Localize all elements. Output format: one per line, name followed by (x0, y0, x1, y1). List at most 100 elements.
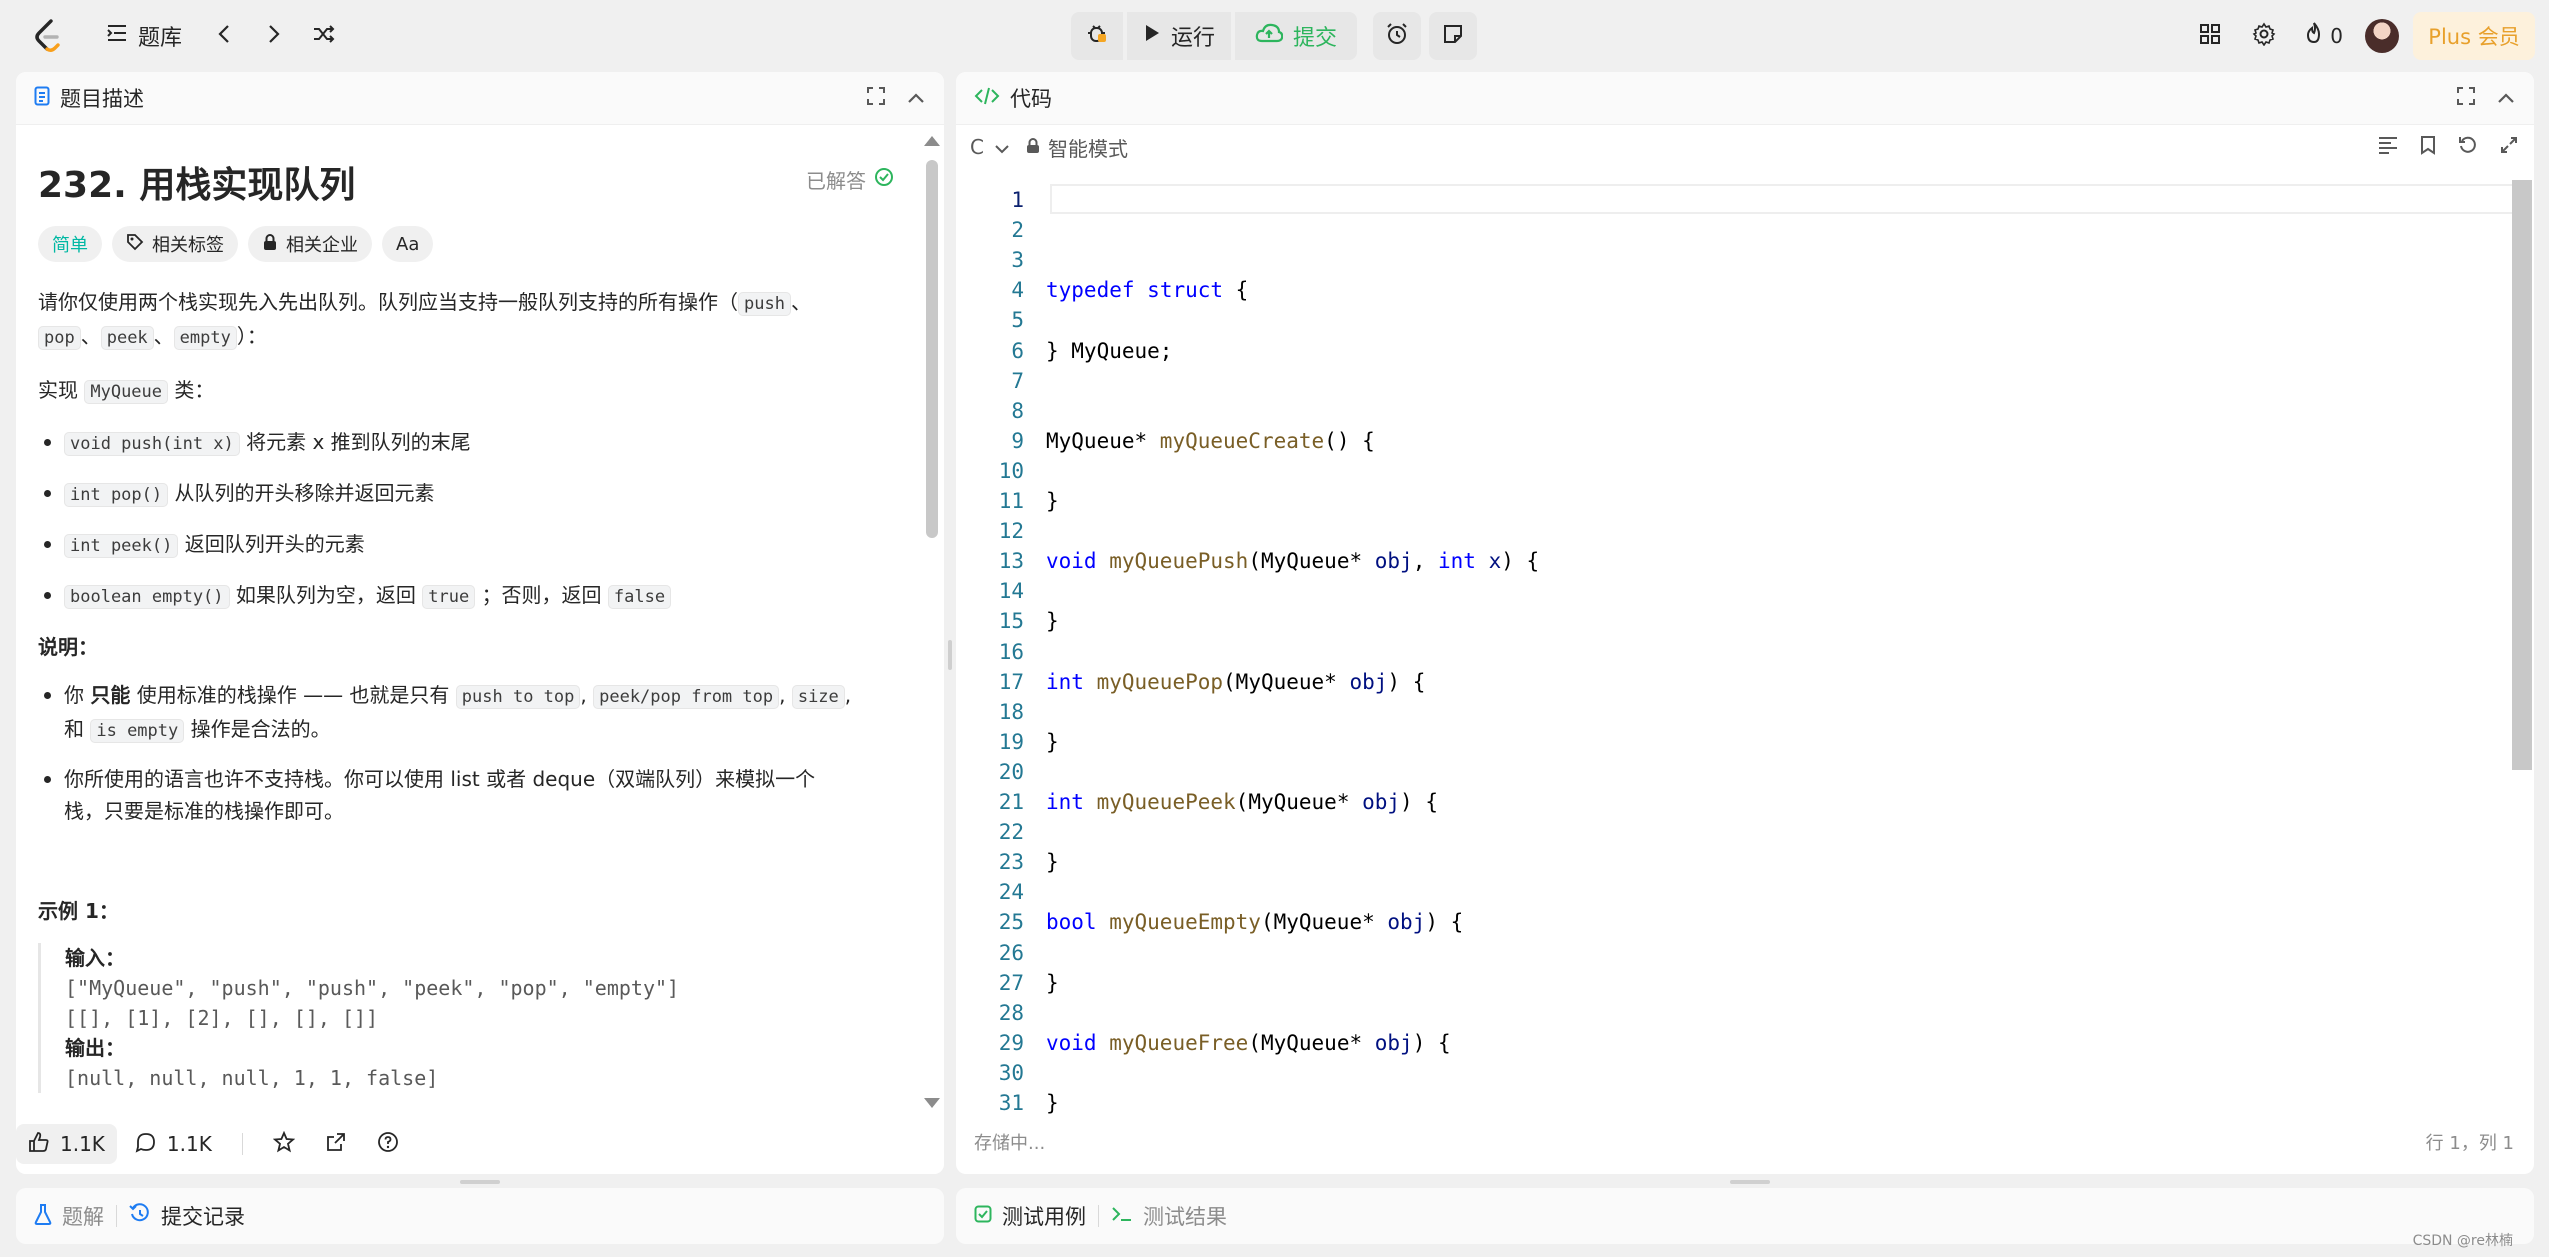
related-tags-button[interactable]: 相关标签 (112, 226, 238, 262)
format-icon[interactable] (2378, 135, 2398, 159)
code-line[interactable]: 18 (956, 697, 2512, 727)
font-size-toggle[interactable]: Aa (382, 226, 434, 262)
code-line[interactable]: 26 (956, 938, 2512, 968)
code-line[interactable]: 7 (956, 366, 2512, 396)
code-line[interactable]: 9 MyQueue* myQueueCreate() { (956, 426, 2512, 456)
settings-button[interactable] (2242, 14, 2286, 58)
code-line[interactable]: 1 (956, 185, 2512, 215)
code-line[interactable]: 4 typedef struct { (956, 275, 2512, 305)
code-line[interactable]: 10 (956, 456, 2512, 486)
method-code: void push(int x) (64, 432, 240, 456)
code-line[interactable]: 25 bool myQueueEmpty(MyQueue* obj) { (956, 907, 2512, 937)
maximize-icon[interactable] (866, 86, 886, 111)
tab-test-result[interactable]: 测试结果 (1111, 1201, 1227, 1231)
list-item: int peek() 返回队列开头的元素 (38, 528, 880, 562)
line-number: 10 (998, 458, 1024, 483)
code-line[interactable]: 19} (956, 727, 2512, 757)
smart-mode-toggle[interactable]: 智能模式 (1026, 133, 1128, 162)
code-line[interactable]: 31} (956, 1088, 2512, 1118)
code-line[interactable]: 5 (956, 305, 2512, 335)
bookmark-icon[interactable] (2420, 135, 2436, 160)
save-status: 存储中... (974, 1133, 1046, 1154)
code-line[interactable]: 11} (956, 486, 2512, 516)
line-source: } MyQueue; (1046, 336, 1172, 366)
separator: 、 (153, 324, 174, 348)
submit-button[interactable]: 提交 (1235, 12, 1357, 60)
maximize-icon[interactable] (2456, 86, 2476, 111)
code-line[interactable]: 14 (956, 576, 2512, 606)
tab-description[interactable]: 题目描述 (34, 83, 144, 113)
code-token: } (1046, 1091, 1059, 1115)
related-companies-button[interactable]: 相关企业 (248, 226, 372, 262)
code-editor[interactable]: 1 2 3 4 typedef struct {5 6} MyQueue; 7 8 9 MyQue… (956, 172, 2514, 1115)
difficulty-badge[interactable]: 简单 (38, 226, 102, 262)
language-select[interactable]: C (970, 135, 1010, 159)
implement-text: 实现 (38, 378, 78, 402)
code-line[interactable]: 3 (956, 245, 2512, 275)
run-button[interactable]: 运行 (1127, 12, 1231, 60)
chevron-left-icon (217, 23, 231, 49)
code-line[interactable]: 16 (956, 637, 2512, 667)
collapse-icon[interactable] (2496, 86, 2516, 110)
code-line[interactable]: 27} (956, 968, 2512, 998)
notes-button[interactable] (1429, 12, 1477, 60)
description-scrollbar[interactable] (926, 160, 938, 538)
plus-membership-button[interactable]: Plus 会员 (2413, 12, 2535, 60)
scroll-up-arrow[interactable] (924, 136, 940, 146)
method-text: 从队列的开头移除并返回元素 (174, 481, 435, 505)
code-token: obj (1349, 669, 1388, 694)
vertical-resize-handle[interactable] (948, 640, 952, 670)
code-line[interactable]: 24 (956, 877, 2512, 907)
tab-testcase[interactable]: 测试用例 (974, 1201, 1086, 1231)
prev-problem-button[interactable] (202, 14, 246, 58)
timer-button[interactable] (1373, 12, 1421, 60)
code-line[interactable]: 6} MyQueue; (956, 336, 2512, 366)
scroll-down-arrow[interactable] (924, 1098, 940, 1108)
share-button[interactable] (313, 1124, 359, 1164)
layout-button[interactable] (2188, 14, 2232, 58)
code-line[interactable]: 2 (956, 215, 2512, 245)
line-number: 12 (998, 519, 1024, 544)
horizontal-resize-handle-right[interactable] (1730, 1180, 1770, 1184)
code-line[interactable]: 8 (956, 396, 2512, 426)
debug-button[interactable] (1071, 12, 1123, 60)
tab-submissions[interactable]: 提交记录 (129, 1201, 245, 1231)
code-token: ) { (1387, 669, 1426, 694)
streak-counter[interactable]: 0 (2292, 14, 2355, 58)
input-line: ["MyQueue", "push", "push", "peek", "pop… (65, 976, 680, 1000)
reset-icon[interactable] (2458, 135, 2478, 160)
code-line[interactable]: 28 (956, 998, 2512, 1028)
user-avatar[interactable] (2365, 19, 2399, 53)
fullscreen-icon[interactable] (2500, 135, 2518, 159)
code-scrollbar[interactable] (2512, 180, 2532, 770)
code-line[interactable]: 23} (956, 847, 2512, 877)
comments-button[interactable]: 1.1K (123, 1124, 224, 1164)
help-button[interactable] (365, 1124, 411, 1164)
code-token: obj (1387, 910, 1426, 935)
line-number: 22 (998, 820, 1024, 845)
code-line[interactable]: 12 (956, 516, 2512, 546)
problem-bank-button[interactable]: 题库 (94, 14, 194, 58)
leetcode-logo[interactable] (30, 18, 66, 54)
code-line[interactable]: 30 (956, 1058, 2512, 1088)
tab-solutions[interactable]: 题解 (34, 1201, 104, 1231)
code-line[interactable]: 20 (956, 757, 2512, 787)
next-problem-button[interactable] (252, 14, 296, 58)
like-button[interactable]: 1.1K (16, 1124, 117, 1164)
code-line[interactable]: 13 void myQueuePush(MyQueue* obj, int x) … (956, 546, 2512, 576)
tab-code[interactable]: 代码 (974, 83, 1052, 113)
collapse-icon[interactable] (906, 86, 926, 110)
code-token: { (1223, 278, 1249, 303)
code-line[interactable]: 15} (956, 606, 2512, 636)
smart-mode-label: 智能模式 (1047, 136, 1128, 161)
code-line[interactable]: 17 int myQueuePop(MyQueue* obj) { (956, 667, 2512, 697)
code-line[interactable]: 21 int myQueuePeek(MyQueue* obj) { (956, 787, 2512, 817)
code-line[interactable]: 22 (956, 817, 2512, 847)
code-line[interactable]: 29 void myQueueFree(MyQueue* obj) { (956, 1028, 2512, 1058)
horizontal-resize-handle-left[interactable] (460, 1180, 500, 1184)
intro-paragraph: 请你仅使用两个栈实现先入先出队列。队列应当支持一般队列支持的所有操作（ push、… (38, 286, 880, 354)
favorite-button[interactable] (261, 1124, 307, 1164)
random-problem-button[interactable] (302, 14, 346, 58)
code-token: (MyQueue* (1260, 910, 1388, 935)
